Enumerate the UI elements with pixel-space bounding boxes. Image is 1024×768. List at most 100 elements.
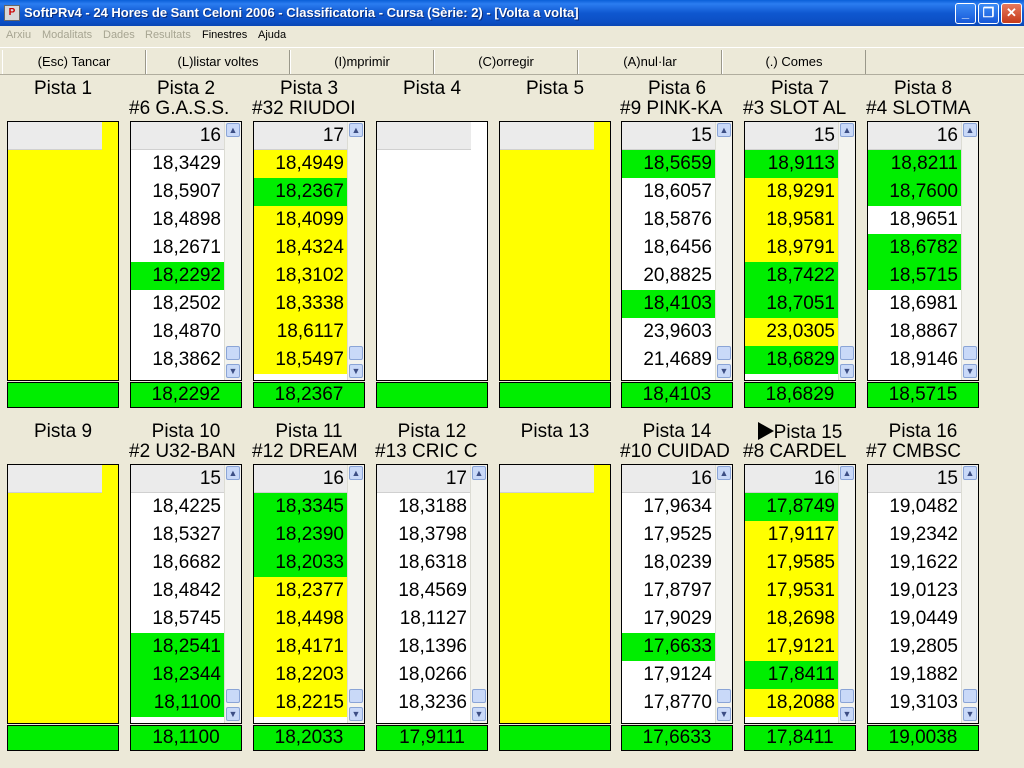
lap-time-row: 18,2033 <box>254 549 348 577</box>
scroll-up-icon[interactable]: ▲ <box>717 466 731 480</box>
lap-list[interactable]: 16 18,3345 18,2390 18,2033 18,2377 18,4498 18,… <box>253 464 365 724</box>
menu-modalitats[interactable]: Modalitats <box>42 29 92 41</box>
scroll-up-icon[interactable]: ▲ <box>963 123 977 137</box>
lap-count: 17 <box>377 465 471 493</box>
lap-list[interactable]: 16 18,8211 18,7600 18,9651 18,6782 18,5715 18,… <box>867 121 979 381</box>
scroll-thumb[interactable] <box>840 346 854 360</box>
lap-time-row: 18,6057 <box>622 178 716 206</box>
track-team: #7 CMBSC <box>866 442 962 462</box>
lap-time-row: 19,1882 <box>868 661 962 689</box>
scroll-down-icon[interactable]: ▼ <box>717 707 731 721</box>
lap-list[interactable]: 15 18,9113 18,9291 18,9581 18,9791 18,7422 18,… <box>744 121 856 381</box>
scroll-down-icon[interactable]: ▼ <box>226 707 240 721</box>
scroll-down-icon[interactable]: ▼ <box>840 707 854 721</box>
lap-list[interactable] <box>499 121 611 381</box>
lap-list-scrollbar[interactable]: ▲ ▼ <box>347 465 364 723</box>
track-title: Pista 3 <box>248 79 370 99</box>
scroll-thumb[interactable] <box>963 346 977 360</box>
menu-ajuda[interactable]: Ajuda <box>258 29 286 41</box>
lap-list[interactable]: 15 18,5659 18,6057 18,5876 18,6456 20,8825 18,… <box>621 121 733 381</box>
lap-time-row: 17,8770 <box>622 689 716 717</box>
lap-list[interactable] <box>376 121 488 381</box>
close-button[interactable]: ✕ <box>1001 3 1022 24</box>
scroll-down-icon[interactable]: ▼ <box>963 364 977 378</box>
print-button[interactable]: (I)mprimir <box>290 50 434 74</box>
lap-list[interactable]: 17 18,4949 18,2367 18,4099 18,4324 18,3102 18,… <box>253 121 365 381</box>
lap-list[interactable] <box>499 464 611 724</box>
lap-list[interactable]: 16 17,9634 17,9525 18,0239 17,8797 17,9029 17,… <box>621 464 733 724</box>
track-name: Pista 16 <box>888 421 958 442</box>
scroll-thumb[interactable] <box>717 346 731 360</box>
scroll-thumb[interactable] <box>349 689 363 703</box>
lap-list[interactable]: 17 18,3188 18,3798 18,6318 18,4569 18,1127 18,… <box>376 464 488 724</box>
app-icon: P <box>4 5 20 21</box>
best-lap: 19,0038 <box>867 725 979 751</box>
track-team: #8 CARDEL <box>743 442 847 462</box>
track-name: Pista 5 <box>525 78 585 99</box>
scroll-down-icon[interactable]: ▼ <box>717 364 731 378</box>
correct-button[interactable]: (C)orregir <box>434 50 578 74</box>
lap-list[interactable]: 15 18,4225 18,5327 18,6682 18,4842 18,5745 18,… <box>130 464 242 724</box>
scroll-down-icon[interactable]: ▼ <box>963 707 977 721</box>
scroll-down-icon[interactable]: ▼ <box>840 364 854 378</box>
lap-list[interactable] <box>7 121 119 381</box>
lap-time-row: 18,5327 <box>131 521 225 549</box>
scroll-up-icon[interactable]: ▲ <box>226 466 240 480</box>
lap-list-scrollbar[interactable]: ▲ ▼ <box>838 122 855 380</box>
scroll-down-icon[interactable]: ▼ <box>472 707 486 721</box>
scroll-thumb[interactable] <box>472 689 486 703</box>
scroll-up-icon[interactable]: ▲ <box>840 123 854 137</box>
lap-time-row: 18,5659 <box>622 150 716 178</box>
lap-list-scrollbar[interactable]: ▲ ▼ <box>838 465 855 723</box>
minimize-button[interactable]: _ <box>955 3 976 24</box>
lap-time-row: 18,1100 <box>131 689 225 717</box>
lap-time-row: 18,4898 <box>131 206 225 234</box>
scroll-down-icon[interactable]: ▼ <box>349 364 363 378</box>
scroll-up-icon[interactable]: ▲ <box>349 123 363 137</box>
menu-finestres[interactable]: Finestres <box>202 29 247 41</box>
menu-arxiu[interactable]: Arxiu <box>6 29 31 41</box>
menu-resultats[interactable]: Resultats <box>145 29 191 41</box>
cancel-lap-button[interactable]: (A)nul·lar <box>578 50 722 74</box>
best-lap: 17,8411 <box>744 725 856 751</box>
lap-list-scrollbar[interactable]: ▲ ▼ <box>961 122 978 380</box>
scroll-up-icon[interactable]: ▲ <box>717 123 731 137</box>
current-track-arrow-icon <box>757 422 774 440</box>
scroll-down-icon[interactable]: ▼ <box>226 364 240 378</box>
lap-list-scrollbar[interactable]: ▲ ▼ <box>347 122 364 380</box>
menu-dades[interactable]: Dades <box>103 29 135 41</box>
scroll-up-icon[interactable]: ▲ <box>963 466 977 480</box>
scroll-thumb[interactable] <box>840 689 854 703</box>
scroll-up-icon[interactable]: ▲ <box>226 123 240 137</box>
scroll-thumb[interactable] <box>717 689 731 703</box>
lap-list-scrollbar[interactable]: ▲ ▼ <box>224 122 241 380</box>
scroll-up-icon[interactable]: ▲ <box>472 466 486 480</box>
scroll-thumb[interactable] <box>349 346 363 360</box>
lap-time-row: 18,3102 <box>254 262 348 290</box>
lap-list-scrollbar[interactable]: ▲ ▼ <box>961 465 978 723</box>
lap-list[interactable]: 16 17,8749 17,9117 17,9585 17,9531 18,2698 17,… <box>744 464 856 724</box>
close-window-button[interactable]: (Esc) Tancar <box>2 50 146 74</box>
lap-list-scrollbar[interactable]: ▲ ▼ <box>224 465 241 723</box>
commas-button[interactable]: (.) Comes <box>722 50 866 74</box>
scroll-thumb[interactable] <box>963 689 977 703</box>
lap-count <box>8 465 102 493</box>
list-laps-button[interactable]: (L)listar voltes <box>146 50 290 74</box>
scroll-down-icon[interactable]: ▼ <box>349 707 363 721</box>
lap-list[interactable]: 16 18,3429 18,5907 18,4898 18,2671 18,2292 18,… <box>130 121 242 381</box>
scroll-thumb[interactable] <box>226 346 240 360</box>
lap-count: 16 <box>868 122 962 150</box>
track-name: Pista 2 <box>156 78 216 99</box>
lap-list-scrollbar[interactable]: ▲ ▼ <box>715 465 732 723</box>
lap-time-row: 18,1396 <box>377 633 471 661</box>
lap-time-row: 17,9525 <box>622 521 716 549</box>
scroll-up-icon[interactable]: ▲ <box>840 466 854 480</box>
lap-time-row: 17,9634 <box>622 493 716 521</box>
lap-list[interactable] <box>7 464 119 724</box>
lap-list-scrollbar[interactable]: ▲ ▼ <box>715 122 732 380</box>
lap-list-scrollbar[interactable]: ▲ ▼ <box>470 465 487 723</box>
maximize-button[interactable]: ❐ <box>978 3 999 24</box>
lap-list[interactable]: 15 19,0482 19,2342 19,1622 19,0123 19,0449 19,… <box>867 464 979 724</box>
scroll-thumb[interactable] <box>226 689 240 703</box>
scroll-up-icon[interactable]: ▲ <box>349 466 363 480</box>
